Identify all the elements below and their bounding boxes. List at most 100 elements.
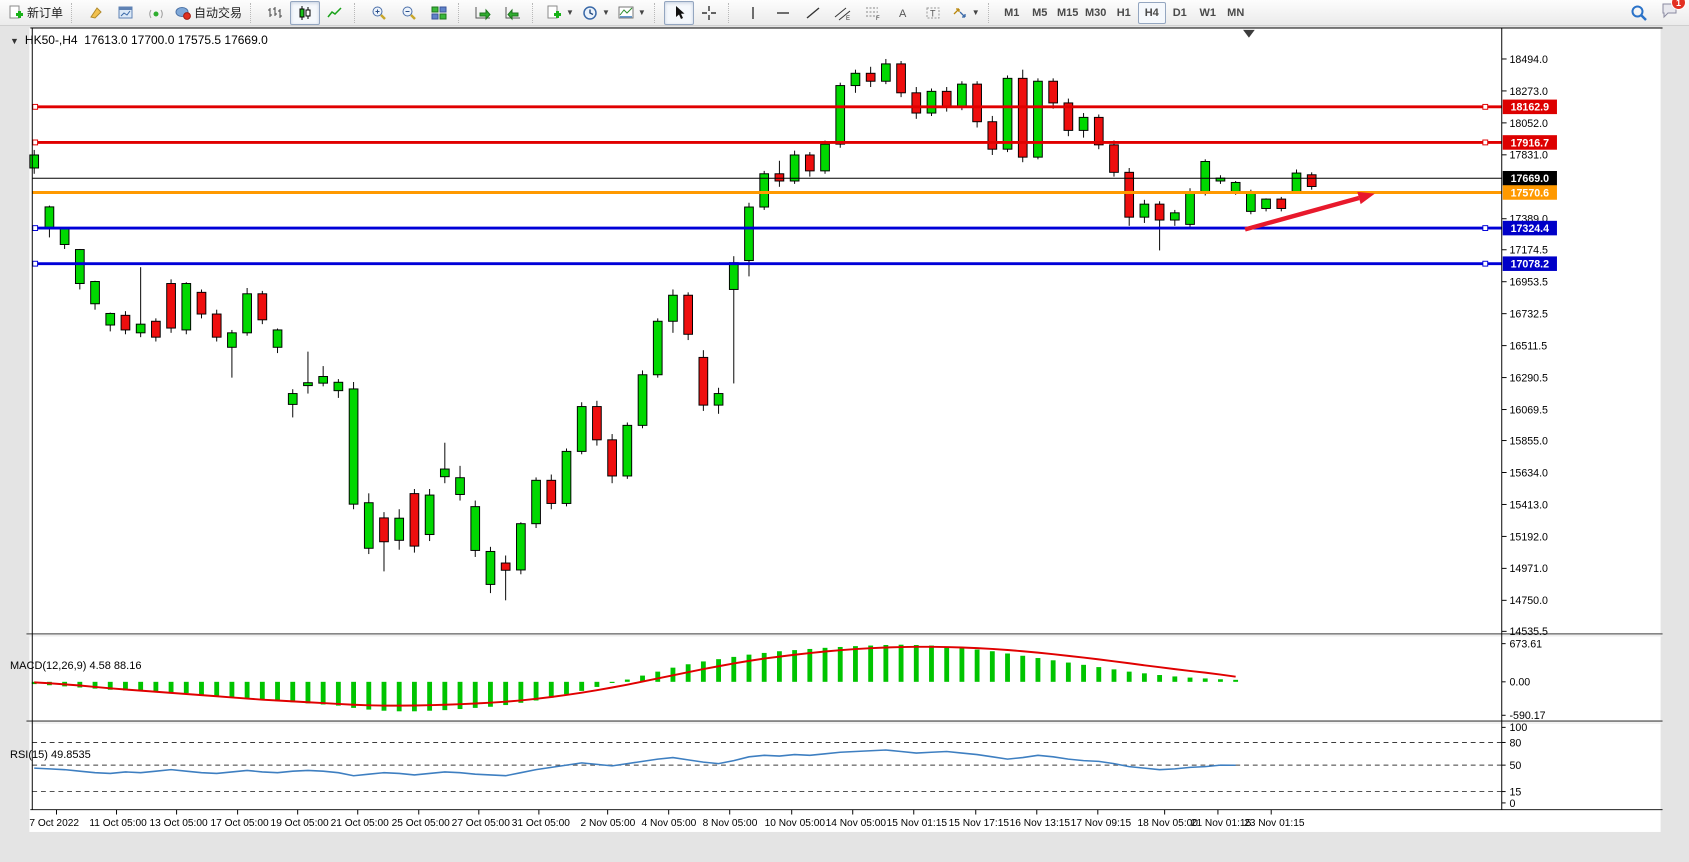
auto-scroll-button[interactable]: [468, 1, 498, 25]
tile-windows-button[interactable]: [424, 1, 454, 25]
svg-text:19 Oct 05:00: 19 Oct 05:00: [271, 818, 330, 829]
shapes-icon: [952, 5, 968, 21]
timeframe-button-d1[interactable]: D1: [1166, 2, 1194, 24]
channel-tool-button[interactable]: E: [828, 1, 858, 25]
trendline-icon: [805, 5, 821, 21]
svg-text:T: T: [930, 8, 936, 18]
fibonacci-icon: F: [864, 5, 882, 21]
zoom-out-icon: [401, 5, 417, 21]
svg-text:E: E: [846, 16, 850, 21]
chevron-down-icon[interactable]: ▼: [10, 36, 19, 46]
text-label-tool-button[interactable]: T: [918, 1, 948, 25]
svg-text:100: 100: [1509, 722, 1527, 734]
zoom-in-button[interactable]: [364, 1, 394, 25]
svg-text:F: F: [876, 16, 880, 21]
svg-text:8 Nov 05:00: 8 Nov 05:00: [703, 818, 758, 829]
svg-text:18273.0: 18273.0: [1509, 86, 1548, 98]
new-order-button[interactable]: 新订单: [4, 1, 67, 25]
horizontal-line-tool-button[interactable]: [768, 1, 798, 25]
svg-text:16511.5: 16511.5: [1509, 340, 1547, 352]
candlestick-chart-type-button[interactable]: [290, 1, 320, 25]
equidistant-channel-icon: E: [834, 5, 852, 21]
new-order-label: 新订单: [27, 4, 63, 21]
cursor-tool-button[interactable]: [664, 1, 694, 25]
bar-chart-type-button[interactable]: [260, 1, 290, 25]
text-tool-button[interactable]: A: [888, 1, 918, 25]
chart-shift-icon: [504, 5, 522, 21]
mt4-terminal: { "toolbar": { "new_order_label": "新订单",…: [0, 0, 1689, 862]
svg-text:0: 0: [1509, 798, 1515, 810]
candlestick-icon: [297, 5, 313, 21]
svg-text:25 Oct 05:00: 25 Oct 05:00: [392, 818, 451, 829]
timeframe-button-mn[interactable]: MN: [1222, 2, 1250, 24]
svg-text:14535.5: 14535.5: [1509, 626, 1548, 638]
svg-text:18162.9: 18162.9: [1511, 102, 1550, 114]
auto-trading-icon: [175, 5, 191, 21]
fibonacci-tool-button[interactable]: F: [858, 1, 888, 25]
svg-text:17669.0: 17669.0: [1511, 173, 1550, 185]
macd-indicator-label: MACD(12,26,9) 4.58 88.16: [10, 660, 141, 672]
auto-scroll-icon: [474, 5, 492, 21]
arrows-tool-button[interactable]: ▼: [948, 1, 984, 25]
svg-text:16069.5: 16069.5: [1509, 404, 1548, 416]
svg-text:15 Nov 17:15: 15 Nov 17:15: [949, 818, 1010, 829]
market-watch-button[interactable]: [111, 1, 141, 25]
chart-window-icon: [118, 5, 134, 21]
timeframe-button-m1[interactable]: M1: [998, 2, 1026, 24]
timeframe-button-w1[interactable]: W1: [1194, 2, 1222, 24]
timeframe-button-h1[interactable]: H1: [1110, 2, 1138, 24]
toolbar-right: 1: [1630, 1, 1689, 24]
svg-text:15413.0: 15413.0: [1509, 499, 1548, 511]
crosshair-tool-button[interactable]: [694, 1, 724, 25]
notifications-button[interactable]: 1: [1660, 1, 1679, 24]
svg-text:7 Oct 2022: 7 Oct 2022: [29, 818, 79, 829]
timeframe-bar: M1M5M15M30H1H4D1W1MN: [998, 2, 1250, 24]
auto-trading-button[interactable]: 自动交易: [171, 1, 246, 25]
svg-text:16290.5: 16290.5: [1509, 372, 1548, 384]
auto-trading-label: 自动交易: [194, 4, 242, 21]
timeframe-button-h4[interactable]: H4: [1138, 2, 1166, 24]
svg-text:11 Oct 05:00: 11 Oct 05:00: [89, 818, 147, 829]
svg-text:14971.0: 14971.0: [1509, 563, 1548, 575]
line-chart-type-button[interactable]: [320, 1, 350, 25]
rsi-indicator-label: RSI(15) 49.8535: [10, 749, 91, 761]
timeframe-button-m30[interactable]: M30: [1082, 2, 1110, 24]
vertical-line-icon: [745, 5, 761, 21]
svg-text:16 Nov 13:15: 16 Nov 13:15: [1010, 818, 1071, 829]
bar-chart-icon: [267, 5, 283, 21]
svg-text:18494.0: 18494.0: [1509, 54, 1548, 66]
svg-text:31 Oct 05:00: 31 Oct 05:00: [512, 818, 571, 829]
periods-button[interactable]: ▼: [578, 1, 614, 25]
timeframe-button-m15[interactable]: M15: [1054, 2, 1082, 24]
templates-button[interactable]: ▼: [614, 1, 650, 25]
new-chart-button[interactable]: ▼: [542, 1, 578, 25]
zoom-out-button[interactable]: [394, 1, 424, 25]
highlighter-button[interactable]: [81, 1, 111, 25]
highlighter-icon: [88, 5, 104, 21]
trendline-tool-button[interactable]: [798, 1, 828, 25]
radar-icon: [148, 5, 164, 21]
text-label-icon: T: [925, 5, 941, 21]
new-chart-icon: [546, 5, 562, 21]
svg-text:15192.0: 15192.0: [1509, 531, 1548, 543]
separator: [654, 3, 661, 23]
svg-text:17 Oct 05:00: 17 Oct 05:00: [211, 818, 270, 829]
tile-windows-icon: [431, 5, 447, 21]
chart-shift-button[interactable]: [498, 1, 528, 25]
separator: [458, 3, 465, 23]
vertical-line-tool-button[interactable]: [738, 1, 768, 25]
separator: [250, 3, 257, 23]
svg-text:17 Nov 09:15: 17 Nov 09:15: [1071, 818, 1132, 829]
search-icon[interactable]: [1630, 4, 1648, 22]
notification-badge: 1: [1671, 0, 1686, 10]
svg-text:4 Nov 05:00: 4 Nov 05:00: [642, 818, 697, 829]
price-chart-svg[interactable]: 18494.018273.018052.017831.017389.017174…: [0, 27, 1689, 862]
svg-text:18 Nov 05:00: 18 Nov 05:00: [1138, 818, 1199, 829]
timeframe-button-m5[interactable]: M5: [1026, 2, 1054, 24]
svg-text:16732.5: 16732.5: [1509, 309, 1548, 321]
svg-text:-590.17: -590.17: [1509, 710, 1545, 722]
svg-text:50: 50: [1509, 760, 1521, 772]
svg-text:0.00: 0.00: [1509, 677, 1530, 689]
separator: [354, 3, 361, 23]
data-feed-button[interactable]: [141, 1, 171, 25]
